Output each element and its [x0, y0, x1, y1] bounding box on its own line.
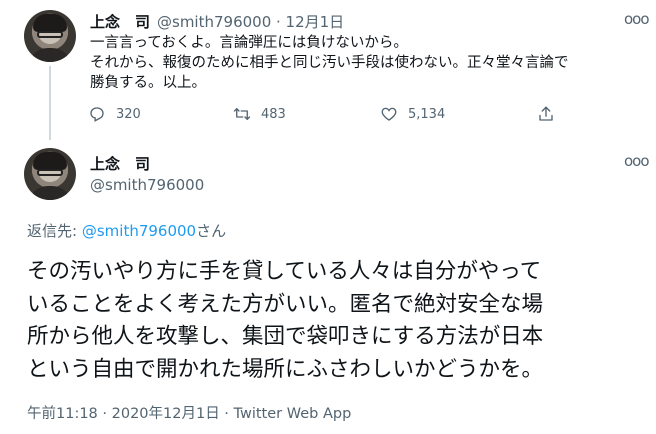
avatar[interactable] — [24, 148, 76, 200]
tweet-text: その汚いやり方に手を貸している人々は自分がやって いることをよく考えた方がいい。… — [27, 256, 639, 386]
tweet-text-line: 一言言っておくよ。言論弾圧には負けないから。 — [90, 35, 408, 51]
author-name[interactable]: 上念 司 — [90, 11, 150, 32]
heart-icon — [381, 107, 397, 121]
more-options-icon[interactable]: ooo — [624, 152, 650, 170]
share-icon — [539, 106, 553, 121]
more-options-icon[interactable]: ooo — [624, 10, 650, 28]
author-handle[interactable]: @smith796000 — [90, 176, 204, 194]
tweet-timestamp[interactable]: 午前11:18 · 2020年12月1日 · Twitter Web App — [27, 402, 351, 423]
thread-connector-line — [49, 66, 51, 140]
reply-button[interactable]: 320 — [88, 105, 141, 123]
like-button[interactable]: 5,134 — [380, 105, 445, 123]
reply-count: 320 — [116, 106, 141, 122]
retweet-button[interactable]: 483 — [233, 105, 286, 123]
tweet-text-line: いることをよく考えた方がいい。匿名で絶対安全な場 — [27, 291, 544, 317]
reply-to-label: 返信先: — [27, 222, 78, 240]
like-count: 5,134 — [408, 106, 446, 122]
handle-and-date[interactable]: @smith796000 · 12月1日 — [157, 11, 344, 32]
reply-to-handle-link[interactable]: @smith796000 — [82, 222, 196, 240]
reply-to-suffix: さん — [196, 222, 227, 240]
tweet-actions: 320 483 5,134 — [88, 105, 568, 127]
retweet-icon — [233, 108, 251, 120]
retweet-count: 483 — [261, 106, 286, 122]
tweet-text-line: という自由で開かれた場所にふさわしいかどうかを。 — [27, 356, 544, 382]
tweet-text-line: 所から他人を攻撃し、集団で袋叩きにする方法が日本 — [27, 324, 544, 349]
author-name[interactable]: 上念 司 — [90, 153, 150, 174]
tweet-text-line: それから、報復のために相手と同じ汚い手段は使わない。正々堂々言論で — [90, 55, 569, 71]
reply-icon — [90, 107, 104, 122]
share-button[interactable] — [537, 105, 555, 123]
tweet-text: 一言言っておくよ。言論弾圧には負けないから。 それから、報復のために相手と同じ汚… — [90, 33, 640, 93]
replying-to: 返信先: @smith796000さん — [27, 220, 226, 241]
tweet-text-line: その汚いやり方に手を貸している人々は自分がやって — [27, 259, 542, 284]
avatar[interactable] — [24, 10, 76, 62]
tweet-text-line: 勝負する。以上。 — [90, 75, 206, 91]
